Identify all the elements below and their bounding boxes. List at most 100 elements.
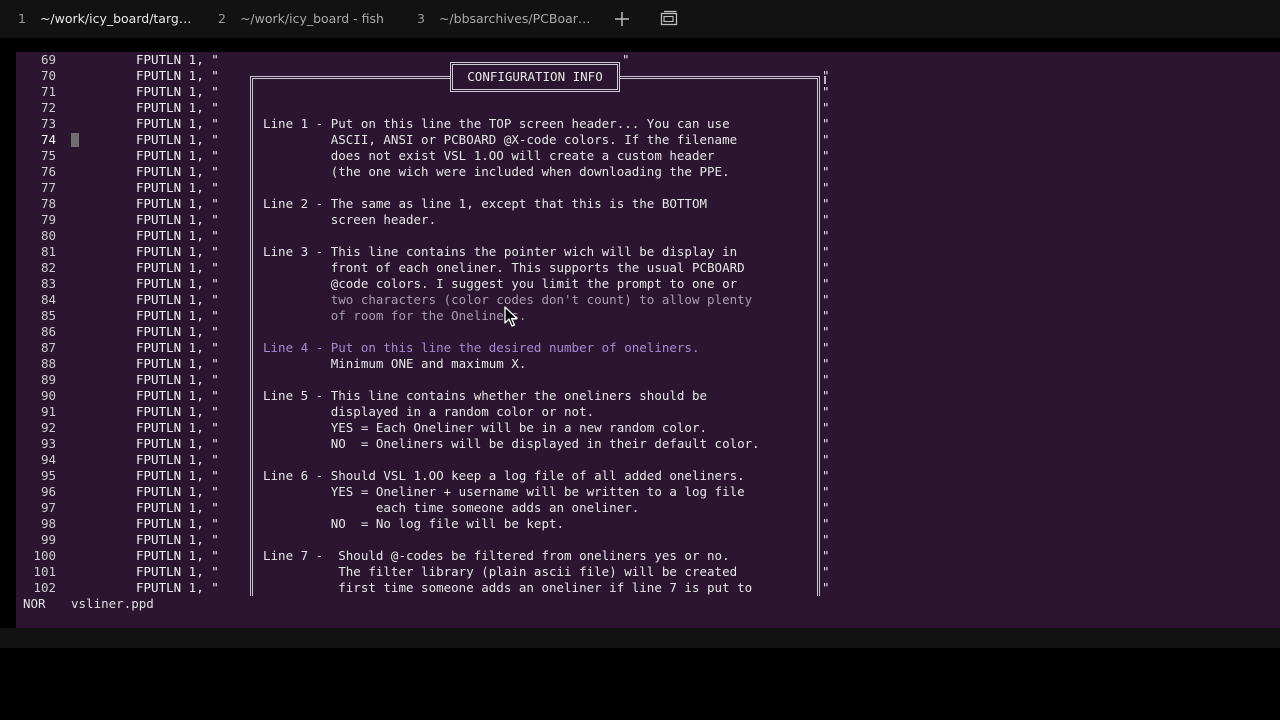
- closing-quote: ": [822, 564, 830, 579]
- closing-quote: ": [822, 340, 830, 355]
- closing-quote: ": [822, 260, 830, 275]
- tab-title: ~/bbsarchives/PCBoar…: [438, 11, 591, 26]
- dialog-text-line: each time someone adds an oneliner.: [263, 500, 640, 515]
- closing-quote: ": [822, 180, 830, 195]
- line-number: 94: [40, 452, 56, 467]
- code-line[interactable]: 98 FPUTLN 1, ": [16, 516, 1280, 532]
- tab-number: 3: [417, 11, 425, 26]
- line-number: 84: [40, 292, 56, 307]
- code-statement: FPUTLN 1, ": [136, 84, 219, 99]
- dialog-text-line: YES = Each Oneliner will be in a new ran…: [263, 420, 708, 435]
- code-line[interactable]: 71 FPUTLN 1, ": [16, 84, 1280, 100]
- dialog-text-line: Line 4 - Put on this line the desired nu…: [263, 340, 700, 355]
- windows-icon[interactable]: [659, 9, 679, 29]
- line-number: 80: [40, 228, 56, 243]
- code-statement: FPUTLN 1, ": [136, 196, 219, 211]
- dialog-text-line: (the one wich were included when downloa…: [263, 164, 730, 179]
- code-line[interactable]: 91 FPUTLN 1, ": [16, 404, 1280, 420]
- tab-3[interactable]: 3 ~/bbsarchives/PCBoar…: [417, 0, 590, 38]
- code-statement: FPUTLN 1, ": [136, 116, 219, 131]
- code-line[interactable]: 72 FPUTLN 1, ": [16, 100, 1280, 116]
- code-statement: FPUTLN 1, ": [136, 292, 219, 307]
- closing-quote: ": [822, 132, 830, 147]
- dialog-text-line: screen header.: [263, 212, 437, 227]
- line-number: 88: [40, 356, 56, 371]
- code-statement: FPUTLN 1, ": [136, 548, 219, 563]
- closing-quote: ": [822, 228, 830, 243]
- closing-quote: ": [822, 532, 830, 547]
- dialog-text-line: does not exist VSL 1.OO will create a cu…: [263, 148, 715, 163]
- code-line[interactable]: 85 FPUTLN 1, ": [16, 308, 1280, 324]
- code-statement: FPUTLN 1, ": [136, 308, 219, 323]
- code-line[interactable]: 86 FPUTLN 1, ": [16, 324, 1280, 340]
- closing-quote: ": [822, 148, 830, 163]
- closing-quote: ": [822, 452, 830, 467]
- command-line[interactable]: [16, 612, 1280, 628]
- closing-quote: ": [822, 100, 830, 115]
- bottom-strip: [0, 628, 1280, 648]
- closing-quote: ": [822, 292, 830, 307]
- closing-quote: ": [822, 548, 830, 563]
- line-number: 91: [40, 404, 56, 419]
- status-bar: NOR vsliner.ppd: [16, 596, 1280, 612]
- closing-quote: ": [822, 500, 830, 515]
- code-line[interactable]: 70 FPUTLN 1, ": [16, 68, 1280, 84]
- dialog-text-line: NO = No log file will be kept.: [263, 516, 565, 531]
- tab-title: ~/work/icy_board - fish: [239, 11, 384, 26]
- line-number: 85: [40, 308, 56, 323]
- code-line[interactable]: 79 FPUTLN 1, ": [16, 212, 1280, 228]
- editor-pane[interactable]: CONFIGURATION INFO 69 FPUTLN 1, " 70 FPUTLN…: [16, 52, 1280, 596]
- code-line[interactable]: 77 FPUTLN 1, ": [16, 180, 1280, 196]
- dialog-text-line: Line 2 - The same as line 1, except that…: [263, 196, 708, 211]
- mouse-pointer-icon: [504, 306, 520, 328]
- closing-quote: ": [822, 388, 830, 403]
- code-line[interactable]: 89 FPUTLN 1, ": [16, 372, 1280, 388]
- closing-quote: ": [822, 580, 830, 595]
- closing-quote: ": [822, 436, 830, 451]
- tab-2[interactable]: 2 ~/work/icy_board - fish: [218, 0, 384, 38]
- code-line[interactable]: 94 FPUTLN 1, ": [16, 452, 1280, 468]
- code-statement: FPUTLN 1, ": [136, 420, 219, 435]
- line-number: 102: [33, 580, 56, 595]
- tab-1[interactable]: 1 ~/work/icy_board/targ…: [18, 0, 191, 38]
- code-line[interactable]: 97 FPUTLN 1, ": [16, 500, 1280, 516]
- code-statement: FPUTLN 1, ": [136, 500, 219, 515]
- line-number: 72: [40, 100, 56, 115]
- editor-mode: NOR: [23, 596, 46, 611]
- code-statement: FPUTLN 1, ": [136, 340, 219, 355]
- dialog-text-line: first time someone adds an oneliner if l…: [263, 580, 753, 595]
- code-line[interactable]: 80 FPUTLN 1, ": [16, 228, 1280, 244]
- dialog-text-line: Line 1 - Put on this line the TOP screen…: [263, 116, 730, 131]
- plus-icon[interactable]: [612, 9, 632, 29]
- dialog-text-line: Line 6 - Should VSL 1.OO keep a log file…: [263, 468, 745, 483]
- dialog-text-line: The filter library (plain ascii file) wi…: [263, 564, 738, 579]
- tab-number: 1: [18, 11, 26, 26]
- tab-bar: 1 ~/work/icy_board/targ… 2 ~/work/icy_boar…: [0, 0, 1280, 38]
- code-line[interactable]: 69 FPUTLN 1, ": [16, 52, 1280, 68]
- code-statement: FPUTLN 1, ": [136, 564, 219, 579]
- code-line[interactable]: 88 FPUTLN 1, ": [16, 356, 1280, 372]
- closing-quote: ": [822, 68, 830, 83]
- line-number: 92: [40, 420, 56, 435]
- line-number: 95: [40, 468, 56, 483]
- line-number: 77: [40, 180, 56, 195]
- code-statement: FPUTLN 1, ": [136, 260, 219, 275]
- line-number: 75: [40, 148, 56, 163]
- closing-quote: ": [822, 164, 830, 179]
- line-number: 83: [40, 276, 56, 291]
- tab-number: 2: [218, 11, 226, 26]
- line-number: 96: [40, 484, 56, 499]
- closing-quote: ": [822, 244, 830, 259]
- closing-quote: ": [822, 516, 830, 531]
- line-number: 93: [40, 436, 56, 451]
- code-statement: FPUTLN 1, ": [136, 164, 219, 179]
- line-number: 99: [40, 532, 56, 547]
- code-statement: FPUTLN 1, ": [136, 404, 219, 419]
- code-line[interactable]: 99 FPUTLN 1, ": [16, 532, 1280, 548]
- closing-quote: ": [822, 420, 830, 435]
- code-statement: FPUTLN 1, ": [136, 148, 219, 163]
- closing-quote: ": [822, 196, 830, 211]
- code-statement: FPUTLN 1, ": [136, 388, 219, 403]
- file-name: vsliner.ppd: [71, 596, 154, 611]
- line-number: 79: [40, 212, 56, 227]
